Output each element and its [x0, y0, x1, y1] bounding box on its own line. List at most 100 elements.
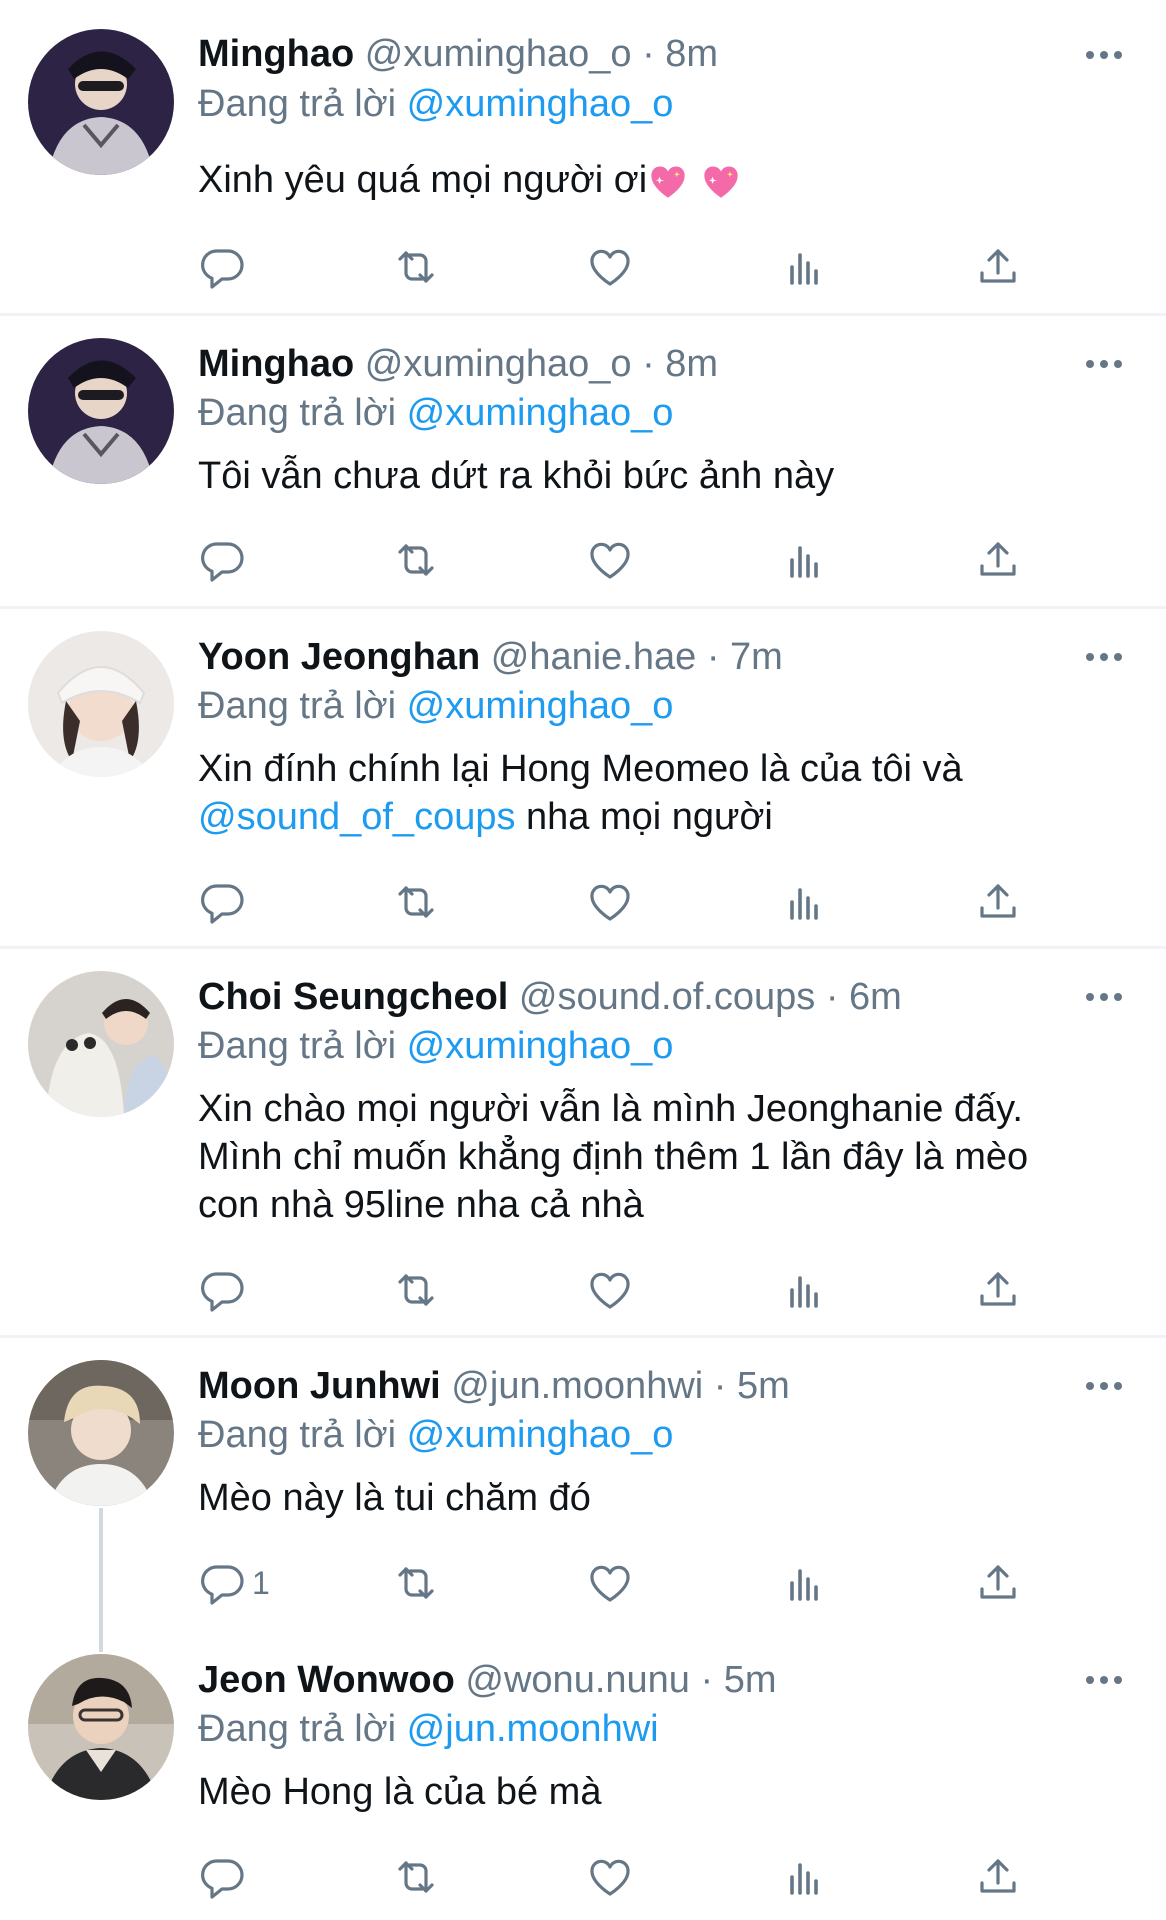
reply-button[interactable]: 1: [198, 1558, 270, 1608]
tweet-actions: [198, 877, 1098, 927]
avatar-moon-junhwi[interactable]: [28, 1360, 174, 1506]
more-icon[interactable]: [1086, 987, 1126, 1007]
reply-icon: [198, 243, 246, 291]
tweet-header: Choi Seungcheol @sound.of.coups · 6m: [198, 973, 902, 1021]
display-name[interactable]: Jeon Wonwoo: [198, 1659, 455, 1701]
timestamp[interactable]: 7m: [730, 636, 783, 678]
more-icon[interactable]: [1086, 354, 1126, 374]
share-icon: [974, 1853, 1022, 1901]
reply-mention-link[interactable]: @xuminghao_o: [407, 83, 674, 125]
retweet-icon: [392, 536, 440, 584]
reply-mention-link[interactable]: @xuminghao_o: [407, 1414, 674, 1456]
like-button[interactable]: [586, 535, 634, 585]
like-button[interactable]: [586, 1558, 634, 1608]
reply-button[interactable]: [198, 535, 246, 585]
share-button[interactable]: [974, 535, 1022, 585]
reply-icon: [198, 1266, 246, 1314]
share-button[interactable]: [974, 1852, 1022, 1902]
analytics-button[interactable]: [780, 1265, 828, 1315]
analytics-button[interactable]: [780, 535, 828, 585]
more-icon[interactable]: [1086, 647, 1126, 667]
separator: ·: [700, 1659, 714, 1701]
separator: ·: [825, 976, 839, 1018]
tweet-4[interactable]: Choi Seungcheol @sound.of.coups · 6m Đan…: [0, 949, 1166, 1336]
reply-button[interactable]: [198, 877, 246, 927]
reply-mention-link[interactable]: @xuminghao_o: [407, 392, 674, 434]
like-button[interactable]: [586, 877, 634, 927]
separator: ·: [642, 33, 655, 75]
retweet-button[interactable]: [392, 1558, 440, 1608]
display-name[interactable]: Yoon Jeonghan: [198, 636, 480, 678]
display-name[interactable]: Moon Junhwi: [198, 1365, 441, 1407]
like-icon: [586, 1853, 634, 1901]
retweet-button[interactable]: [392, 535, 440, 585]
avatar-jeon-wonwoo[interactable]: [28, 1654, 174, 1800]
timestamp[interactable]: 6m: [849, 976, 902, 1018]
user-handle[interactable]: @xuminghao_o: [365, 343, 632, 385]
share-button[interactable]: [974, 242, 1022, 292]
like-icon: [586, 1266, 634, 1314]
reply-mention-link[interactable]: @xuminghao_o: [407, 1025, 674, 1067]
share-icon: [974, 1266, 1022, 1314]
analytics-button[interactable]: [780, 877, 828, 927]
avatar-yoon-jeonghan[interactable]: [28, 631, 174, 777]
reply-button[interactable]: [198, 242, 246, 292]
tweet-6[interactable]: Jeon Wonwoo @wonu.nunu · 5m Đang trả lời…: [0, 1638, 1166, 1920]
share-button[interactable]: [974, 1558, 1022, 1608]
display-name[interactable]: Minghao: [198, 33, 354, 75]
user-handle[interactable]: @jun.moonhwi: [451, 1365, 703, 1407]
user-handle[interactable]: @hanie.hae: [491, 636, 697, 678]
reply-button[interactable]: [198, 1852, 246, 1902]
timestamp[interactable]: 8m: [665, 343, 718, 385]
analytics-icon: [780, 878, 828, 926]
timestamp[interactable]: 5m: [737, 1365, 790, 1407]
retweet-icon: [392, 1559, 440, 1607]
avatar-choi-seungcheol[interactable]: [28, 971, 174, 1117]
like-button[interactable]: [586, 1852, 634, 1902]
like-icon: [586, 1559, 634, 1607]
user-handle[interactable]: @sound.of.coups: [519, 976, 815, 1018]
replying-to-label: Đang trả lời: [198, 1025, 397, 1067]
analytics-button[interactable]: [780, 1852, 828, 1902]
user-handle[interactable]: @wonu.nunu: [465, 1659, 690, 1701]
more-icon[interactable]: [1086, 1376, 1126, 1396]
analytics-button[interactable]: [780, 242, 828, 292]
retweet-button[interactable]: [392, 1265, 440, 1315]
timestamp[interactable]: 8m: [665, 33, 718, 75]
timestamp[interactable]: 5m: [724, 1659, 777, 1701]
retweet-icon: [392, 243, 440, 291]
more-icon[interactable]: [1086, 45, 1126, 65]
tweet-header: Moon Junhwi @jun.moonhwi · 5m: [198, 1362, 790, 1410]
tweet-3[interactable]: Yoon Jeonghan @hanie.hae · 7m Đang trả l…: [0, 609, 1166, 947]
tweet-text: Mèo này là tui chăm đó: [198, 1477, 591, 1519]
share-button[interactable]: [974, 1265, 1022, 1315]
like-button[interactable]: [586, 1265, 634, 1315]
share-icon: [974, 243, 1022, 291]
mention-link[interactable]: @sound_of_coups: [198, 796, 515, 838]
tweet-text: Mèo Hong là của bé mà: [198, 1771, 602, 1813]
share-button[interactable]: [974, 877, 1022, 927]
reply-mention-link[interactable]: @xuminghao_o: [407, 685, 674, 727]
replying-to: Đang trả lời @xuminghao_o: [198, 80, 673, 128]
reply-button[interactable]: [198, 1265, 246, 1315]
retweet-button[interactable]: [392, 242, 440, 292]
share-icon: [974, 1559, 1022, 1607]
more-icon[interactable]: [1086, 1670, 1126, 1690]
retweet-button[interactable]: [392, 877, 440, 927]
retweet-button[interactable]: [392, 1852, 440, 1902]
display-name[interactable]: Minghao: [198, 343, 354, 385]
tweet-2[interactable]: Minghao @xuminghao_o · 8m Đang trả lời @…: [0, 316, 1166, 607]
like-button[interactable]: [586, 242, 634, 292]
tweet-header: Jeon Wonwoo @wonu.nunu · 5m: [198, 1656, 777, 1704]
display-name[interactable]: Choi Seungcheol: [198, 976, 508, 1018]
avatar-minghao[interactable]: [28, 29, 174, 175]
user-handle[interactable]: @xuminghao_o: [365, 33, 632, 75]
tweet-5[interactable]: Moon Junhwi @jun.moonhwi · 5m Đang trả l…: [0, 1338, 1166, 1638]
tweet-1[interactable]: Minghao @xuminghao_o · 8m Đang trả lời @…: [0, 0, 1166, 314]
share-icon: [974, 536, 1022, 584]
analytics-button[interactable]: [780, 1558, 828, 1608]
tweet-text-line: Xin đính chính lại Hong Meomeo là của tô…: [198, 748, 963, 790]
avatar-minghao[interactable]: [28, 338, 174, 484]
tweet-header: Minghao @xuminghao_o · 8m: [198, 30, 718, 78]
reply-mention-link[interactable]: @jun.moonhwi: [407, 1708, 659, 1750]
